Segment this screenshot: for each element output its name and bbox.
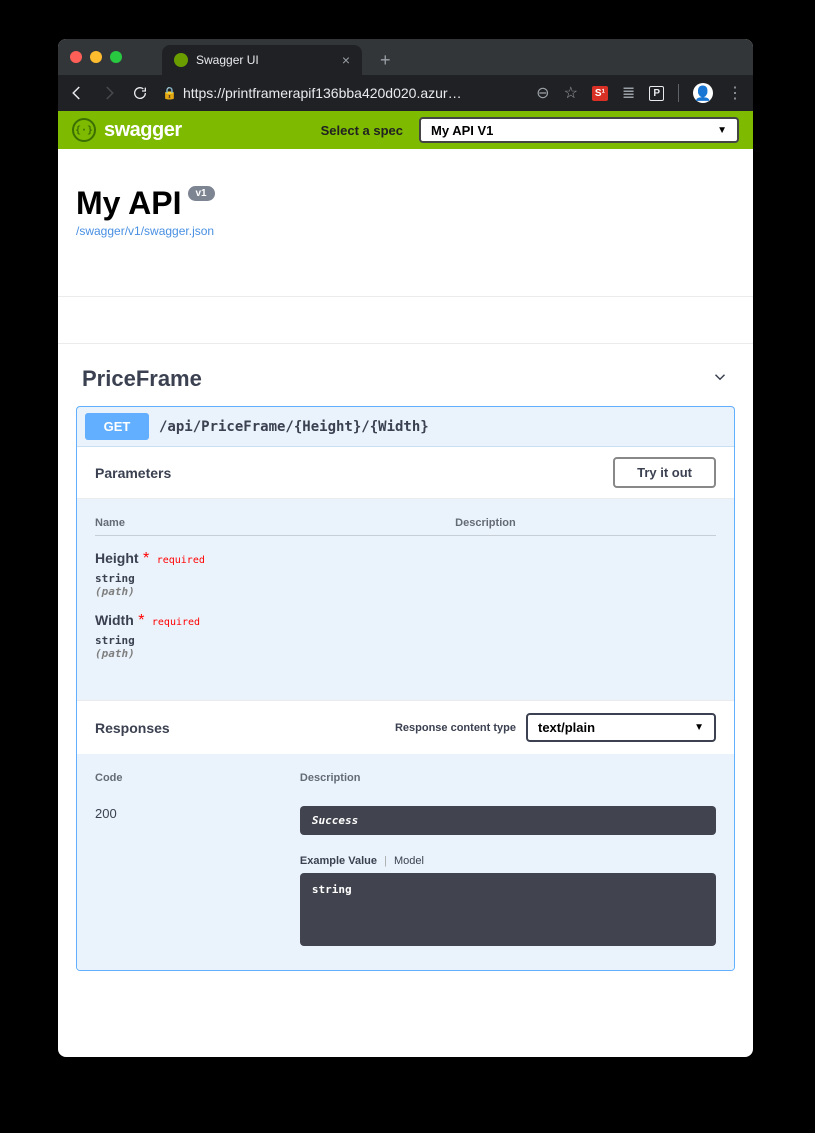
response-table-head: Code Description xyxy=(95,772,716,790)
content-type-label: Response content type xyxy=(395,722,516,734)
back-button[interactable] xyxy=(68,84,86,102)
param-row: Height * required string (path) xyxy=(95,536,716,598)
content-type-select[interactable]: text/plain ▼ xyxy=(526,713,716,742)
example-value-tab[interactable]: Example Value xyxy=(300,855,377,867)
try-it-out-button[interactable]: Try it out xyxy=(613,457,716,488)
required-star: * xyxy=(138,612,144,629)
maximize-window-button[interactable] xyxy=(110,51,122,63)
browser-window: Swagger UI × + 🔒 https://printframerapif… xyxy=(58,39,753,1057)
swagger-topbar: {·} swagger Select a spec My API V1 ▼ xyxy=(58,111,753,149)
swagger-brand: swagger xyxy=(104,119,182,142)
spec-select-label: Select a spec xyxy=(321,123,403,138)
extension-icon[interactable]: S¹ xyxy=(592,86,608,101)
address-bar: 🔒 https://printframerapif136bba420d020.a… xyxy=(58,75,753,111)
api-title: My API v1 xyxy=(76,185,735,222)
browser-tab[interactable]: Swagger UI × xyxy=(162,45,362,75)
operation-path: /api/PriceFrame/{Height}/{Width} xyxy=(159,419,429,435)
swagger-json-link[interactable]: /swagger/v1/swagger.json xyxy=(76,224,214,238)
close-tab-icon[interactable]: × xyxy=(342,52,350,68)
page-body: PriceFrame GET /api/PriceFrame/{Height}/… xyxy=(58,344,753,1001)
spec-select-value: My API V1 xyxy=(431,123,493,138)
operation-block: GET /api/PriceFrame/{Height}/{Width} Par… xyxy=(76,406,735,971)
parameters-table: Name Description Height * required strin xyxy=(77,499,734,700)
col-description: Description xyxy=(300,772,361,784)
response-row: 200 Success Example Value | Model string xyxy=(95,790,716,946)
api-header: My API v1 /swagger/v1/swagger.json xyxy=(58,149,753,296)
param-name: Height xyxy=(95,550,139,566)
responses-body: Code Description 200 Success Example Val… xyxy=(77,754,734,970)
toolbar-extras: ⊖ ☆ S¹ ≣ P 👤 ⋮ xyxy=(536,83,743,103)
separator xyxy=(678,84,679,102)
close-window-button[interactable] xyxy=(70,51,82,63)
new-tab-button[interactable]: + xyxy=(372,46,399,75)
operation-summary[interactable]: GET /api/PriceFrame/{Height}/{Width} xyxy=(77,407,734,446)
extension-p-icon[interactable]: P xyxy=(649,86,664,101)
operation-body: Parameters Try it out Name Description H… xyxy=(77,446,734,970)
col-description: Description xyxy=(455,517,516,529)
parameters-header: Parameters Try it out xyxy=(77,447,734,499)
tag-header[interactable]: PriceFrame xyxy=(76,344,735,406)
chevron-down-icon xyxy=(711,368,729,391)
version-badge: v1 xyxy=(188,186,215,201)
example-value-box: string xyxy=(300,873,716,946)
col-code: Code xyxy=(95,772,300,784)
spacer-row xyxy=(58,296,753,344)
api-title-text: My API xyxy=(76,185,182,222)
content-type-value: text/plain xyxy=(538,720,595,735)
responses-heading: Responses xyxy=(95,720,170,736)
required-label: required xyxy=(152,617,200,628)
swagger-logo-icon: {·} xyxy=(72,118,96,142)
forward-button[interactable] xyxy=(100,84,118,102)
reload-button[interactable] xyxy=(132,85,148,101)
responses-header: Responses Response content type text/pla… xyxy=(77,700,734,754)
param-location: (path) xyxy=(95,647,455,660)
required-star: * xyxy=(143,550,149,567)
url-display[interactable]: 🔒 https://printframerapif136bba420d020.a… xyxy=(162,85,497,101)
param-row: Width * required string (path) xyxy=(95,598,716,660)
window-controls xyxy=(70,51,122,63)
tab-title: Swagger UI xyxy=(196,53,259,67)
lock-icon: 🔒 xyxy=(162,86,177,100)
model-tab[interactable]: Model xyxy=(394,855,424,867)
parameters-heading: Parameters xyxy=(95,465,171,481)
tag-name: PriceFrame xyxy=(82,366,202,392)
required-label: required xyxy=(157,555,205,566)
param-location: (path) xyxy=(95,585,455,598)
param-table-head: Name Description xyxy=(95,517,716,536)
star-icon[interactable]: ☆ xyxy=(564,83,578,103)
url-text: https://printframerapif136bba420d020.azu… xyxy=(183,85,462,101)
chevron-down-icon: ▼ xyxy=(694,722,704,733)
chevron-down-icon: ▼ xyxy=(717,125,727,136)
content: My API v1 /swagger/v1/swagger.json Price… xyxy=(58,149,753,1001)
response-description: Success xyxy=(300,806,716,835)
zoom-icon[interactable]: ⊖ xyxy=(536,83,549,103)
param-type: string xyxy=(95,634,455,647)
minimize-window-button[interactable] xyxy=(90,51,102,63)
response-code: 200 xyxy=(95,806,300,946)
http-method-badge: GET xyxy=(85,413,149,440)
tab-strip: Swagger UI × + xyxy=(162,39,399,75)
extension-buffer-icon[interactable]: ≣ xyxy=(622,83,635,103)
spec-select[interactable]: My API V1 ▼ xyxy=(419,117,739,143)
favicon-icon xyxy=(174,53,188,67)
menu-icon[interactable]: ⋮ xyxy=(727,83,743,103)
model-tabs: Example Value | Model xyxy=(300,855,716,867)
profile-avatar[interactable]: 👤 xyxy=(693,83,713,103)
param-name: Width xyxy=(95,612,134,628)
titlebar: Swagger UI × + xyxy=(58,39,753,75)
divider: | xyxy=(384,855,387,867)
col-name: Name xyxy=(95,517,455,529)
param-type: string xyxy=(95,572,455,585)
